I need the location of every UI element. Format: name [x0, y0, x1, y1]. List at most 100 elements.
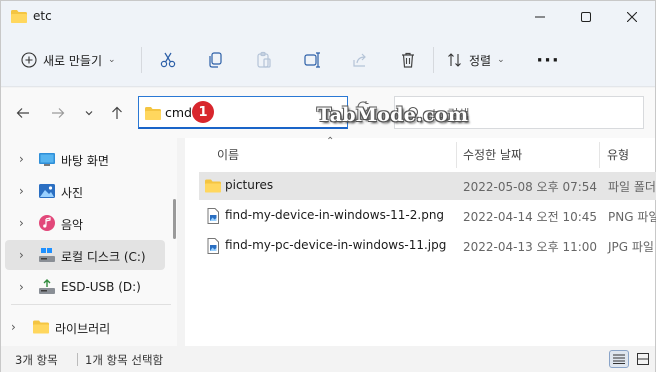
new-button-label: 새로 만들기 — [43, 53, 103, 68]
column-header-date[interactable]: 수정한 날짜 — [463, 146, 522, 163]
maximize-icon — [581, 12, 591, 22]
column-header-type[interactable]: 유형 — [607, 146, 629, 163]
tiles-view-icon — [637, 353, 649, 365]
command-bar: 새로 만들기 ⌄ 정렬 ⌄ ··· — [1, 33, 655, 87]
sidebar-item-label: ESD-USB (D:) — [61, 280, 141, 294]
column-divider[interactable] — [456, 142, 457, 168]
folder-icon — [33, 320, 49, 334]
rename-button[interactable] — [299, 47, 325, 73]
table-row[interactable]: pictures 2022-05-08 오후 07:54 파일 폴더 — [199, 172, 656, 200]
delete-button[interactable] — [395, 47, 421, 73]
chevron-right-icon: › — [19, 248, 24, 262]
sidebar-scrollbar[interactable] — [173, 199, 176, 239]
sidebar-item-label: 바탕 화면 — [61, 154, 109, 168]
close-button[interactable] — [609, 1, 655, 33]
file-name: pictures — [225, 178, 274, 192]
sort-label: 정렬 — [469, 53, 492, 68]
share-icon — [353, 53, 366, 67]
file-date: 2022-05-08 오후 07:54 — [463, 180, 598, 194]
new-button[interactable]: 새로 만들기 ⌄ — [15, 45, 122, 75]
chevron-right-icon: › — [19, 184, 24, 198]
paste-button[interactable] — [251, 47, 277, 73]
file-list: ⌃ 이름 수정한 날짜 유형 pictures 2022-05-08 오후 07… — [185, 136, 656, 346]
sort-button[interactable]: 정렬 ⌄ — [447, 45, 505, 75]
column-divider[interactable] — [599, 142, 600, 168]
arrow-right-icon — [52, 108, 65, 118]
sidebar-item-libraries[interactable]: › 라이브러리 — [5, 312, 165, 342]
sort-ascending-icon: ⌃ — [326, 136, 335, 147]
file-type: 파일 폴더 — [608, 180, 656, 194]
file-type: JPG 파일 — [608, 240, 654, 254]
file-date: 2022-04-13 오후 11:00 — [463, 240, 598, 254]
column-header-name[interactable]: 이름 — [217, 146, 239, 163]
sort-icon — [448, 53, 461, 67]
desktop-icon — [39, 153, 55, 166]
watermark-text: TabMode.com — [317, 104, 469, 126]
chevron-right-icon: › — [19, 216, 24, 230]
chevron-right-icon: › — [19, 152, 24, 166]
selected-count: 1개 항목 선택함 — [85, 353, 164, 367]
maximize-button[interactable] — [563, 1, 609, 33]
paste-icon — [257, 51, 271, 68]
folder-icon — [205, 179, 221, 193]
up-button[interactable] — [107, 103, 127, 123]
rename-icon — [304, 52, 320, 68]
image-file-icon — [207, 208, 219, 224]
sidebar-item-pictures[interactable]: › 사진 — [5, 176, 165, 206]
folder-icon — [11, 10, 27, 23]
file-explorer-window: etc 새로 만들기 ⌄ 정렬 ⌄ ··· cmd 1 etc 검색 TabMo… — [0, 0, 656, 372]
file-name: find-my-pc-device-in-windows-11.jpg — [225, 238, 447, 252]
arrow-up-icon — [112, 106, 122, 119]
copy-button[interactable] — [203, 47, 229, 73]
pictures-icon — [39, 184, 55, 198]
sidebar-item-label: 로컬 디스크 (C:) — [61, 250, 146, 264]
usb-drive-icon — [39, 279, 55, 294]
title-bar: etc — [1, 1, 655, 33]
minimize-button[interactable] — [517, 1, 563, 33]
copy-icon — [209, 52, 222, 68]
table-row[interactable]: find-my-pc-device-in-windows-11.jpg 2022… — [199, 232, 656, 260]
recent-locations-button[interactable] — [79, 103, 99, 123]
details-view-icon — [613, 354, 625, 364]
status-bar: 3개 항목 1개 항목 선택함 — [1, 346, 655, 372]
sidebar-item-music[interactable]: › 음악 — [5, 208, 165, 238]
cut-icon — [160, 52, 176, 68]
back-button[interactable] — [13, 103, 33, 123]
chevron-right-icon: › — [11, 320, 16, 334]
sidebar-divider — [11, 304, 171, 305]
more-options-button[interactable]: ··· — [535, 47, 561, 73]
address-input-value[interactable]: cmd — [165, 105, 192, 120]
sidebar-item-label: 사진 — [61, 186, 84, 200]
drive-icon — [39, 248, 55, 262]
window-title: etc — [33, 9, 52, 23]
chevron-down-icon — [85, 111, 93, 116]
table-row[interactable]: find-my-device-in-windows-11-2.png 2022-… — [199, 202, 656, 230]
sidebar-item-local-disk[interactable]: › 로컬 디스크 (C:) — [5, 240, 165, 270]
sidebar-item-usb-drive[interactable]: › ESD-USB (D:) — [5, 272, 165, 302]
navigation-pane: › 바탕 화면 › 사진 › 음악 › 로컬 디스크 (C:) › ESD-US… — [1, 138, 177, 346]
sidebar-item-label: 음악 — [61, 218, 84, 232]
music-icon — [39, 215, 55, 231]
close-icon — [627, 12, 637, 22]
arrow-left-icon — [16, 108, 29, 118]
delete-icon — [402, 52, 414, 68]
chevron-right-icon: › — [19, 280, 24, 294]
toolbar-divider — [433, 47, 434, 73]
sidebar-item-desktop[interactable]: › 바탕 화면 — [5, 144, 165, 174]
file-name: find-my-device-in-windows-11-2.png — [225, 208, 445, 222]
toolbar-divider — [141, 47, 142, 73]
status-divider — [77, 353, 78, 366]
minimize-icon — [535, 16, 545, 18]
share-button[interactable] — [347, 47, 373, 73]
step-number-badge: 1 — [192, 101, 214, 123]
folder-icon — [145, 107, 161, 120]
item-count: 3개 항목 — [15, 353, 58, 367]
details-view-button[interactable] — [609, 350, 629, 368]
file-type: PNG 파일 — [608, 210, 656, 224]
cut-button[interactable] — [155, 47, 181, 73]
image-file-icon — [207, 238, 219, 254]
file-date: 2022-04-14 오전 10:45 — [463, 210, 598, 224]
tiles-view-button[interactable] — [633, 350, 653, 368]
forward-button[interactable] — [48, 103, 68, 123]
sidebar-item-label: 라이브러리 — [55, 322, 111, 336]
